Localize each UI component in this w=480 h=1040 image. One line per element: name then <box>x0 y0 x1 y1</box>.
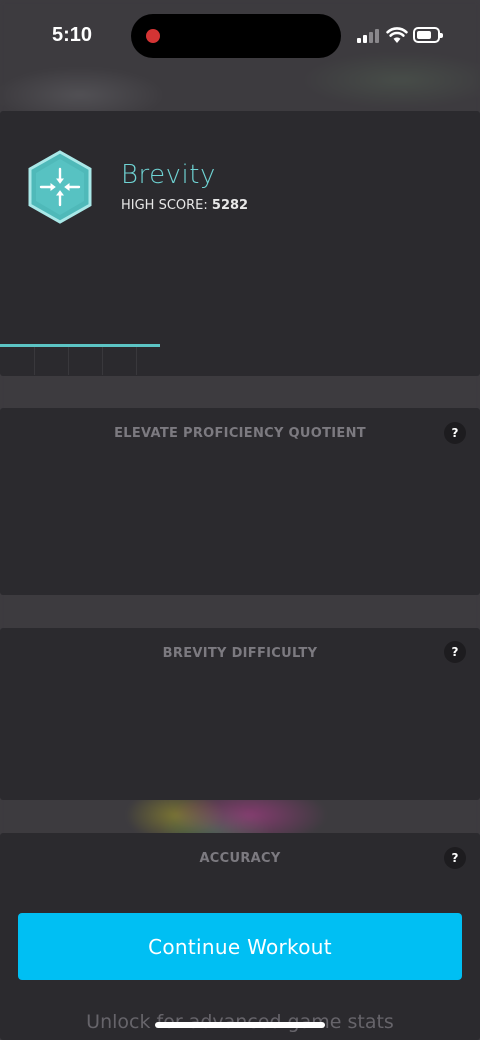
metric-card-epq: ELEVATE PROFICIENCY QUOTIENT ? <box>0 408 480 595</box>
brevity-hexagon-icon <box>28 150 92 224</box>
metric-card-difficulty: BREVITY DIFFICULTY ? <box>0 628 480 800</box>
high-score-label: HIGH SCORE: <box>121 198 208 213</box>
metric-title: ELEVATE PROFICIENCY QUOTIENT <box>114 426 366 441</box>
high-score-value: 5282 <box>211 198 249 213</box>
home-indicator[interactable] <box>155 1022 325 1028</box>
score-history-ticks <box>0 347 160 375</box>
wifi-icon <box>386 27 408 43</box>
cellular-signal-icon <box>357 29 379 43</box>
dynamic-island <box>131 14 341 58</box>
status-bar: 5:10 <box>0 0 480 72</box>
help-button[interactable]: ? <box>444 641 466 663</box>
game-title: Brevity <box>121 160 216 190</box>
metric-title: ACCURACY <box>199 851 281 866</box>
help-button[interactable]: ? <box>444 847 466 869</box>
metric-title: BREVITY DIFFICULTY <box>162 646 318 661</box>
recording-indicator <box>146 29 160 43</box>
status-time: 5:10 <box>52 24 93 46</box>
battery-icon <box>413 27 443 43</box>
high-score: HIGH SCORE: 5282 <box>121 198 248 213</box>
continue-workout-button[interactable]: Continue Workout <box>18 913 462 980</box>
help-button[interactable]: ? <box>444 422 466 444</box>
